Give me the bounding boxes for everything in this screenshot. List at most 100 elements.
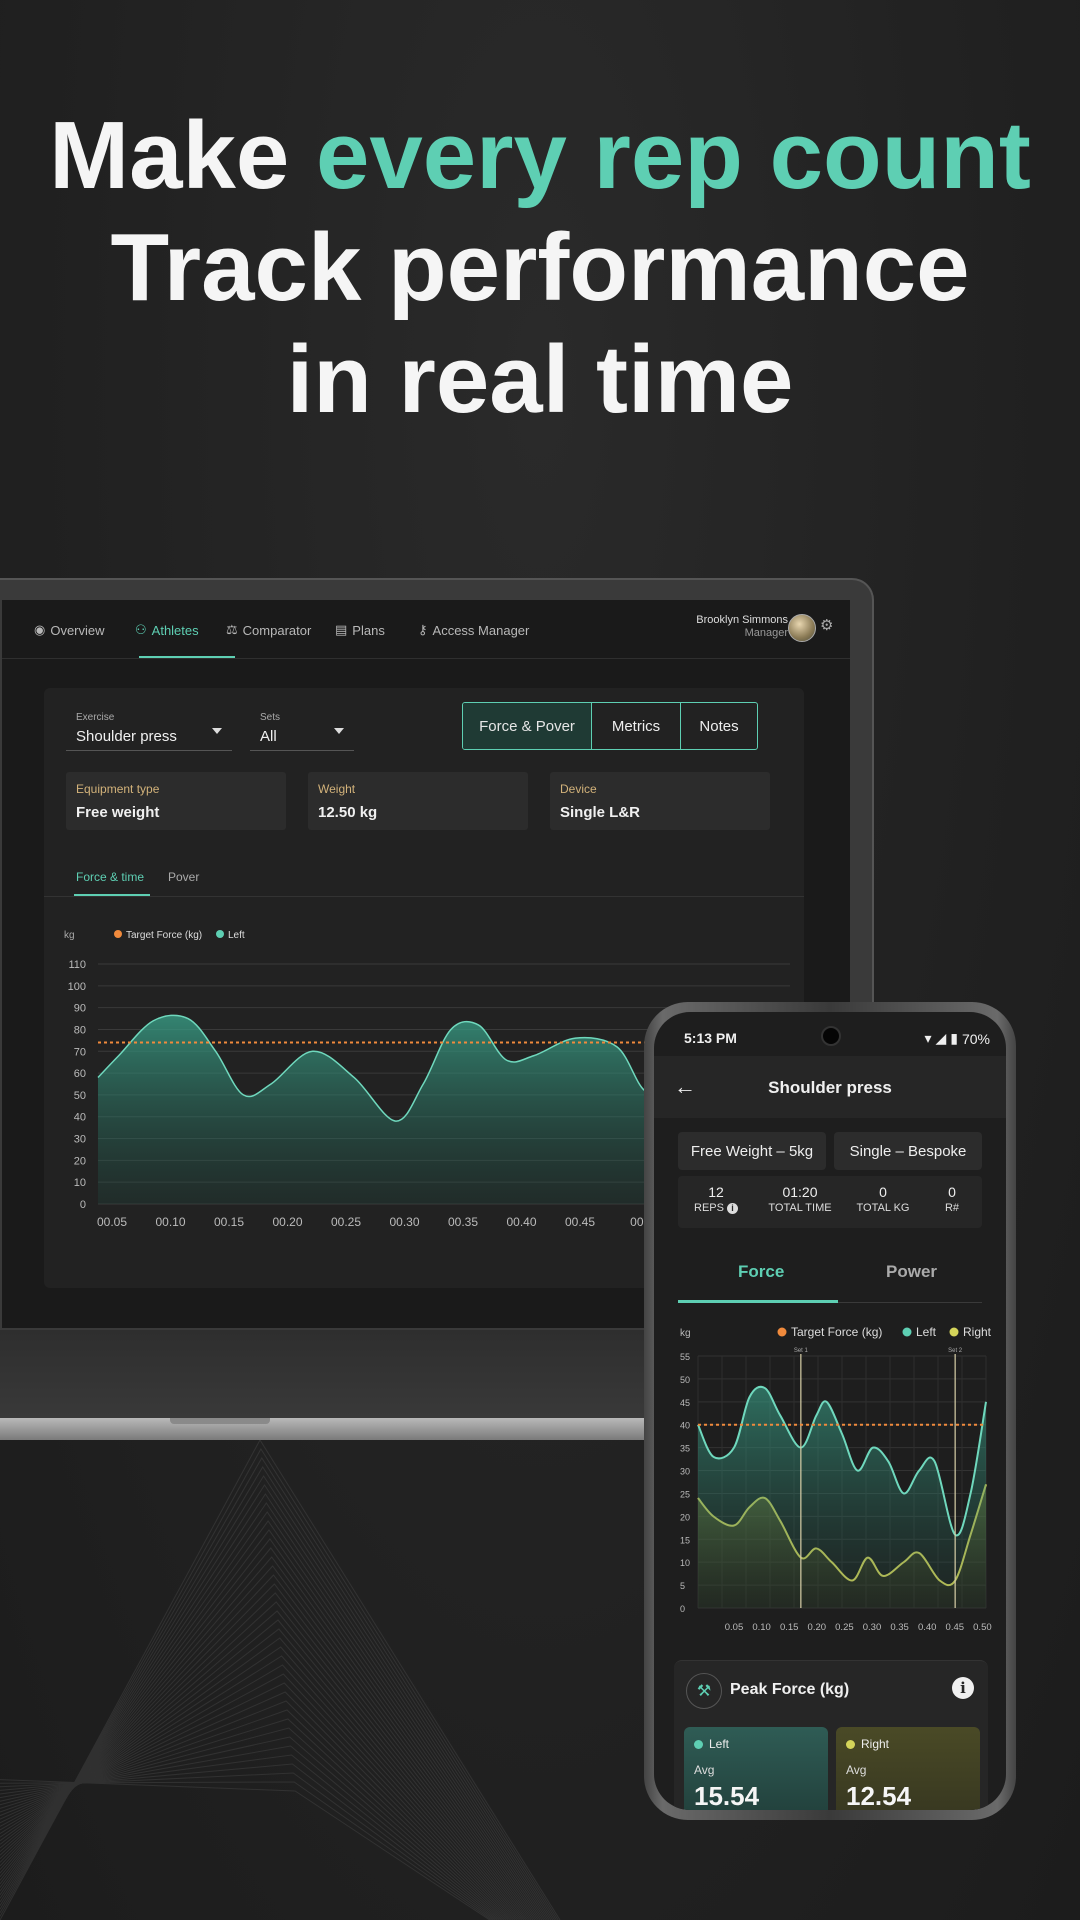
box-label: Right — [861, 1737, 890, 1751]
y-tick-label: 70 — [74, 1046, 86, 1058]
device-chip: Single – Bespoke — [834, 1132, 982, 1170]
x-tick-label: 00.45 — [565, 1215, 595, 1229]
stat-label: TOTAL KG — [856, 1202, 910, 1214]
tab-force[interactable]: Force — [738, 1262, 784, 1282]
nav-label: Overview — [50, 622, 105, 638]
user-info[interactable]: Brooklyn Simmons Manager — [696, 614, 788, 640]
sets-select[interactable]: Sets All — [250, 702, 354, 751]
headline-accent: every rep count — [315, 102, 1031, 209]
segment-metrics[interactable]: Metrics — [592, 703, 681, 749]
view-segmented-control: Force & Pover Metrics Notes — [462, 702, 758, 750]
camera-icon — [821, 1026, 841, 1046]
stat-label: REPS i — [688, 1202, 744, 1214]
exercise-select-value: Shoulder press — [76, 728, 177, 745]
y-tick-label: 15 — [680, 1535, 690, 1545]
session-stats: 12 REPS i 01:20 TOTAL TIME 0 TOTAL KG 0 R… — [678, 1176, 982, 1228]
background-line — [0, 1511, 547, 1920]
x-tick-label: 0.50 — [973, 1622, 992, 1633]
legend-label-right: Right — [963, 1325, 992, 1339]
box-label: Left — [709, 1737, 730, 1751]
stat-r: 0 R# — [932, 1184, 972, 1214]
x-tick-label: 00.35 — [448, 1215, 478, 1229]
phone-screen: 5:13 PM ▾ ◢ ▮ 70% ← Shoulder press Free … — [654, 1012, 1006, 1810]
headline-line-3: in real time — [286, 326, 794, 433]
y-tick-label: 50 — [74, 1090, 86, 1102]
avg-label: Avg — [846, 1763, 867, 1777]
nav-active-indicator — [139, 656, 235, 658]
x-tick-label: 0.35 — [890, 1622, 909, 1633]
card-title: Peak Force (kg) — [730, 1681, 850, 1698]
background-line — [0, 1754, 498, 1920]
equipment-type-field: Equipment type Free weight — [66, 772, 286, 830]
stat-value: 01:20 — [782, 1184, 818, 1200]
laptop-notch — [170, 1418, 270, 1424]
battery-icon: ▮ — [950, 1030, 958, 1046]
y-tick-label: 0 — [80, 1199, 86, 1211]
info-icon[interactable]: i — [726, 1202, 738, 1214]
segment-notes[interactable]: Notes — [681, 703, 757, 749]
avatar[interactable] — [788, 614, 816, 642]
exercise-select[interactable]: Exercise Shoulder press — [66, 702, 232, 751]
segment-force-power[interactable]: Force & Pover — [463, 703, 592, 749]
tabs-divider — [44, 896, 804, 897]
background-line — [0, 1673, 514, 1920]
nav-label: Plans — [352, 622, 385, 638]
box-header: Left — [694, 1737, 729, 1751]
background-line — [0, 1502, 548, 1920]
page-title: Shoulder press — [768, 1078, 892, 1097]
y-tick-label: 20 — [74, 1155, 86, 1167]
scale-icon: ⚖ — [226, 622, 238, 637]
legend-label-left: Left — [228, 930, 245, 941]
x-tick-label: 00.40 — [506, 1215, 536, 1229]
y-tick-label: 10 — [680, 1558, 690, 1568]
nav-item-overview[interactable]: ◉ Overview — [34, 620, 105, 640]
y-tick-label: 35 — [680, 1444, 690, 1454]
legend-marker-target — [114, 930, 122, 938]
tab-power[interactable]: Pover — [168, 870, 199, 884]
nav-item-access-manager[interactable]: ⚷ Access Manager — [418, 620, 529, 640]
battery-level: 70% — [961, 1030, 990, 1047]
set-marker-label: Set 2 — [948, 1348, 963, 1354]
y-tick-label: 20 — [680, 1512, 690, 1522]
headline: Make every rep count Track performance i… — [0, 100, 1080, 436]
field-value: Free weight — [76, 804, 160, 821]
nav-item-plans[interactable]: ▤ Plans — [335, 620, 385, 640]
stat-value: 12 — [708, 1184, 724, 1200]
nav-item-athletes[interactable]: ⚇ Athletes — [135, 620, 199, 640]
chevron-down-icon — [334, 728, 344, 734]
background-line — [0, 1682, 512, 1920]
stat-label: R# — [944, 1202, 960, 1214]
right-peak-box: Right Avg 12.54 — [836, 1727, 980, 1810]
left-peak-box: Left Avg 15.54 — [684, 1727, 828, 1810]
weight-field: Weight 12.50 kg — [308, 772, 528, 830]
legend-label-target: Target Force (kg) — [791, 1325, 882, 1339]
x-tick-label: 0.25 — [835, 1622, 854, 1633]
key-icon: ⚷ — [418, 622, 428, 637]
background-line — [0, 1592, 530, 1920]
field-value: 12.50 kg — [318, 804, 378, 821]
clipboard-icon: ▤ — [335, 622, 348, 637]
y-tick-label: 55 — [680, 1352, 690, 1362]
top-nav: ◉ Overview ⚇ Athletes ⚖ Comparator ▤ Plans ⚷… — [2, 600, 850, 659]
x-tick-label: 00.10 — [155, 1215, 185, 1229]
background-line — [0, 1529, 543, 1920]
sets-select-value: All — [260, 728, 277, 745]
y-tick-label: 30 — [74, 1134, 86, 1146]
tab-power[interactable]: Power — [886, 1262, 937, 1282]
nav-item-comparator[interactable]: ⚖ Comparator — [226, 620, 311, 640]
headline-line-1: Make every rep count — [0, 100, 1080, 212]
info-icon[interactable]: i — [952, 1677, 974, 1699]
x-tick-label: 00.30 — [389, 1215, 419, 1229]
status-time: 5:13 PM — [684, 1030, 737, 1046]
x-tick-label: 00.05 — [97, 1215, 127, 1229]
y-tick-label: 45 — [680, 1398, 690, 1408]
gear-icon[interactable]: ⚙ — [820, 618, 836, 634]
user-role: Manager — [744, 627, 788, 639]
signal-icon: ◢ — [935, 1030, 947, 1046]
left-dot — [694, 1739, 703, 1749]
app-bar: ← Shoulder press — [654, 1056, 1006, 1118]
tab-force-time[interactable]: Force & time — [76, 870, 144, 884]
peak-force-card: ⚒ Peak Force (kg) i Left Avg 15.54 Right… — [674, 1660, 988, 1810]
background-line — [0, 1736, 501, 1920]
device-field: Device Single L&R — [550, 772, 770, 830]
